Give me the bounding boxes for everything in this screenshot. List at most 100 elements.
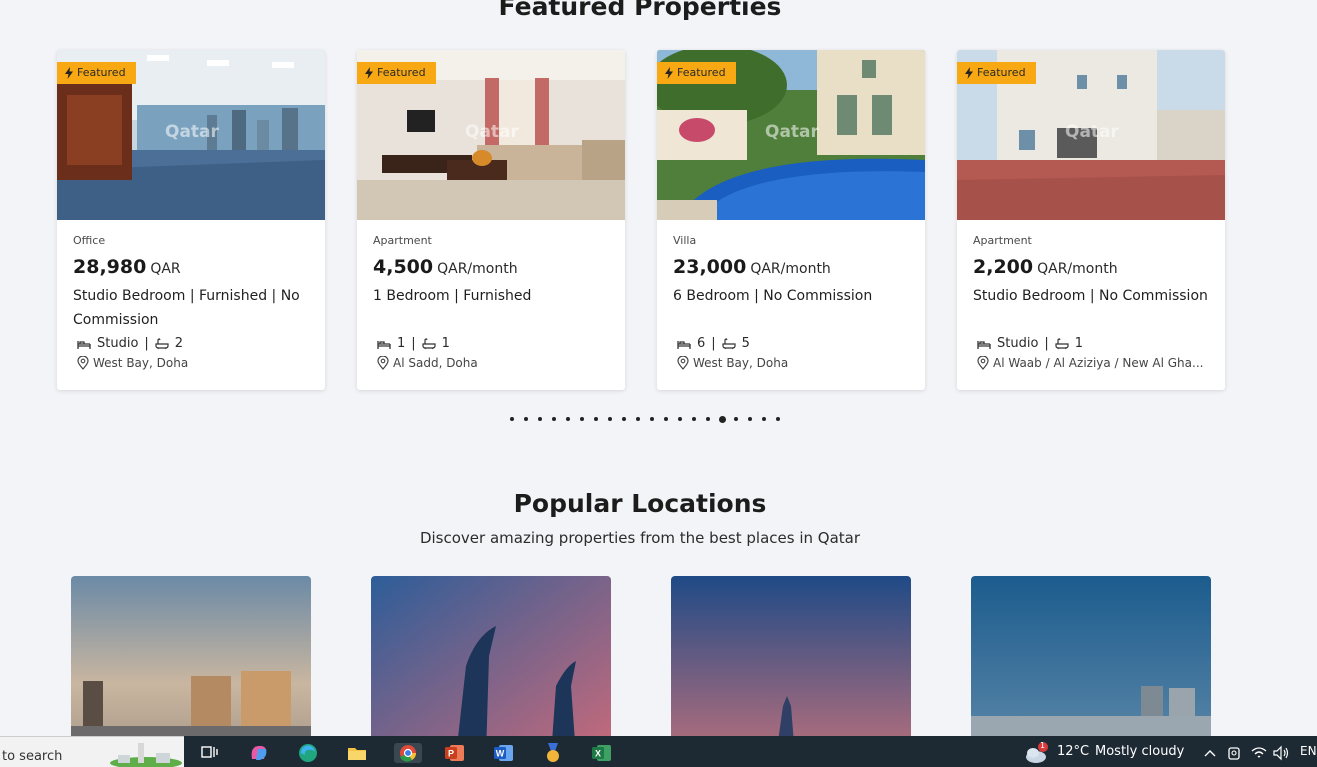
property-card[interactable]: Featured Qatar Apartment 4,500 QAR/month… — [357, 50, 625, 390]
badge-label: Featured — [77, 66, 126, 79]
property-title[interactable]: Studio Bedroom | No Commission — [973, 284, 1211, 332]
word-icon[interactable]: W — [493, 743, 515, 763]
task-view-icon[interactable] — [199, 743, 221, 763]
bedrooms: 1 — [397, 336, 406, 351]
carousel-dot[interactable] — [771, 417, 785, 423]
featured-section-title: Featured Properties — [498, 0, 782, 21]
wifi-icon[interactable] — [1250, 743, 1268, 763]
language-indicator[interactable]: EN — [1300, 744, 1317, 758]
carousel-dot[interactable] — [575, 417, 589, 423]
svg-text:P: P — [448, 749, 454, 759]
property-specs: 6 | 5 — [677, 336, 750, 351]
carousel-dot[interactable] — [631, 417, 645, 423]
featured-badge: Featured — [657, 62, 736, 84]
carousel-dot[interactable] — [729, 417, 743, 423]
spec-separator: | — [711, 336, 716, 351]
carousel-dot[interactable] — [687, 417, 701, 423]
bed-icon — [77, 340, 91, 349]
excel-icon[interactable]: X — [591, 743, 613, 763]
spec-separator: | — [1044, 336, 1049, 351]
edge-browser-icon[interactable] — [297, 743, 319, 763]
property-title[interactable]: 6 Bedroom | No Commission — [673, 284, 911, 332]
property-location: Al Sadd, Doha — [377, 356, 611, 370]
popular-section-title: Popular Locations — [513, 489, 767, 518]
carousel-dot[interactable] — [519, 417, 533, 423]
os-taskbar: to search P W X 1 12°C Mostly cloudy EN — [0, 736, 1317, 767]
volume-icon[interactable] — [1272, 743, 1290, 763]
watermark: Qatar — [1065, 122, 1119, 142]
location-card[interactable] — [971, 576, 1211, 736]
featured-badge: Featured — [357, 62, 436, 84]
location-pin-icon — [77, 356, 89, 370]
copilot-icon[interactable] — [248, 743, 270, 763]
spec-separator: | — [411, 336, 416, 351]
property-title[interactable]: 1 Bedroom | Furnished — [373, 284, 611, 332]
location-text: West Bay, Doha — [693, 356, 789, 370]
carousel-dot-active[interactable] — [715, 416, 729, 423]
carousel-dots — [505, 416, 785, 423]
bedrooms: Studio — [997, 336, 1039, 351]
chrome-browser-icon[interactable] — [394, 743, 422, 763]
meet-now-icon[interactable] — [1226, 743, 1244, 763]
taskbar-search[interactable]: to search — [0, 736, 184, 767]
carousel-dot[interactable] — [505, 417, 519, 423]
medal-app-icon[interactable] — [542, 743, 564, 763]
location-text: Al Waab / Al Aziziya / New Al Gha... — [993, 356, 1204, 370]
carousel-dot[interactable] — [645, 417, 659, 423]
property-image[interactable]: Featured Qatar — [57, 50, 325, 220]
powerpoint-icon[interactable]: P — [444, 743, 466, 763]
location-text: Al Sadd, Doha — [393, 356, 478, 370]
bedrooms: 6 — [697, 336, 706, 351]
watermark: Qatar — [165, 122, 219, 142]
property-title[interactable]: Studio Bedroom | Furnished | No Commissi… — [73, 284, 311, 332]
property-price: 28,980 — [73, 256, 147, 278]
bed-icon — [977, 340, 991, 349]
property-card[interactable]: Featured Qatar Apartment 2,200 QAR/month… — [957, 50, 1225, 390]
location-pin-icon — [377, 356, 389, 370]
svg-text:W: W — [496, 749, 505, 759]
location-card[interactable] — [71, 576, 311, 736]
watermark: Qatar — [765, 122, 819, 142]
property-image[interactable]: Featured Qatar — [357, 50, 625, 220]
property-price: 23,000 — [673, 256, 747, 278]
carousel-dot[interactable] — [589, 417, 603, 423]
carousel-dot[interactable] — [659, 417, 673, 423]
weather-description[interactable]: Mostly cloudy — [1095, 744, 1184, 759]
property-location: West Bay, Doha — [677, 356, 911, 370]
weather-badge-count: 1 — [1040, 741, 1046, 750]
chevron-up-icon[interactable] — [1202, 743, 1218, 763]
featured-badge: Featured — [57, 62, 136, 84]
bathrooms: 1 — [441, 336, 450, 351]
bath-icon — [722, 337, 736, 349]
property-image[interactable]: Featured Qatar — [657, 50, 925, 220]
bath-icon — [422, 337, 436, 349]
carousel-dot[interactable] — [533, 417, 547, 423]
property-price: 4,500 — [373, 256, 434, 278]
carousel-dot[interactable] — [617, 417, 631, 423]
property-specs: Studio | 1 — [977, 336, 1083, 351]
bathrooms: 2 — [174, 336, 184, 351]
location-card[interactable] — [671, 576, 911, 736]
bolt-icon — [65, 67, 73, 79]
bathrooms: 1 — [1074, 336, 1084, 351]
weather-temperature[interactable]: 12°C — [1057, 744, 1089, 759]
watermark: Qatar — [465, 122, 519, 142]
property-type: Apartment — [973, 234, 1032, 247]
property-card[interactable]: Featured Qatar Office 28,980 QAR Studio … — [57, 50, 325, 390]
carousel-dot[interactable] — [603, 417, 617, 423]
bath-icon — [1055, 337, 1069, 349]
file-explorer-icon[interactable] — [346, 743, 368, 763]
carousel-dot[interactable] — [743, 417, 757, 423]
weather-cloud-icon[interactable]: 1 — [1024, 741, 1050, 765]
location-card[interactable] — [371, 576, 611, 736]
property-card[interactable]: Featured Qatar Villa 23,000 QAR/month 6 … — [657, 50, 925, 390]
property-image[interactable]: Featured Qatar — [957, 50, 1225, 220]
carousel-dot[interactable] — [757, 417, 771, 423]
carousel-dot[interactable] — [547, 417, 561, 423]
location-pin-icon — [677, 356, 689, 370]
bolt-icon — [965, 67, 973, 79]
carousel-dot[interactable] — [701, 417, 715, 423]
carousel-dot[interactable] — [561, 417, 575, 423]
location-text: West Bay, Doha — [93, 356, 189, 370]
carousel-dot[interactable] — [673, 417, 687, 423]
